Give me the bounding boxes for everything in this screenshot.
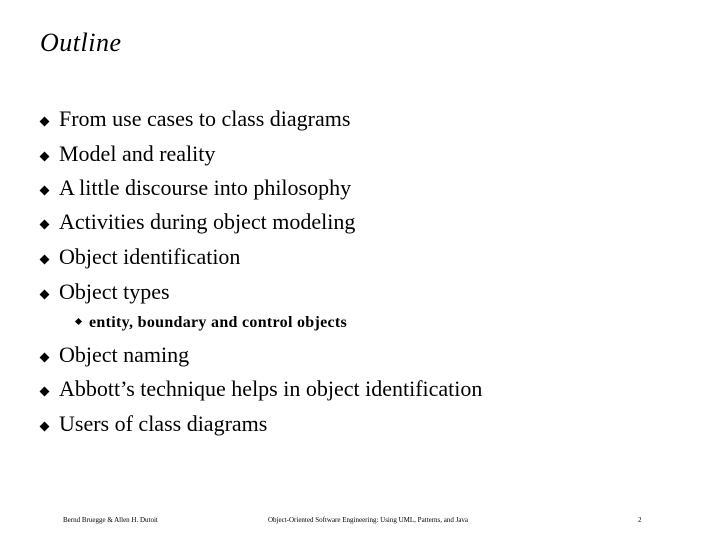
diamond-bullet-icon bbox=[39, 151, 50, 161]
outline-item-label: Object naming bbox=[59, 342, 190, 367]
outline-item: Model and reality bbox=[39, 141, 216, 167]
outline-item-label: Abbott’s technique helps in object ident… bbox=[59, 376, 483, 401]
outline-item: A little discourse into philosophy bbox=[39, 175, 352, 201]
diamond-bullet-icon bbox=[39, 289, 50, 299]
outline-item-label: A little discourse into philosophy bbox=[59, 175, 352, 200]
diamond-bullet-icon bbox=[39, 185, 50, 195]
outline-item: Object types bbox=[39, 279, 170, 305]
outline-item: Object naming bbox=[39, 342, 190, 368]
outline-item-label: Model and reality bbox=[59, 141, 216, 166]
outline-sub-item: entity, boundary and control objects bbox=[74, 313, 348, 333]
outline-item: Users of class diagrams bbox=[39, 411, 268, 437]
diamond-bullet-icon bbox=[39, 386, 50, 396]
outline-item: Activities during object modeling bbox=[39, 209, 356, 235]
footer-page-number: 2 bbox=[638, 516, 642, 524]
diamond-bullet-icon bbox=[39, 254, 50, 264]
diamond-bullet-icon bbox=[39, 116, 50, 126]
outline-item-label: Object identification bbox=[59, 244, 241, 269]
slide-title: Outline bbox=[40, 28, 122, 57]
diamond-bullet-icon bbox=[39, 352, 50, 362]
outline-item: Object identification bbox=[39, 244, 241, 270]
footer-book-title: Object-Oriented Software Engineering: Us… bbox=[268, 516, 469, 524]
footer-authors: Bernd Bruegge & Allen H. Dutoit bbox=[63, 516, 158, 524]
diamond-bullet-icon bbox=[39, 219, 50, 229]
outline-item: Abbott’s technique helps in object ident… bbox=[39, 376, 483, 402]
diamond-bullet-icon bbox=[39, 421, 50, 431]
outline-item-label: Activities during object modeling bbox=[59, 209, 356, 234]
diamond-bullet-icon bbox=[74, 317, 83, 325]
outline-item: From use cases to class diagrams bbox=[39, 106, 351, 132]
outline-sub-item-label: entity, boundary and control objects bbox=[89, 314, 348, 331]
outline-item-label: Object types bbox=[59, 279, 170, 304]
outline-item-label: From use cases to class diagrams bbox=[59, 106, 351, 131]
outline-item-label: Users of class diagrams bbox=[59, 411, 268, 436]
